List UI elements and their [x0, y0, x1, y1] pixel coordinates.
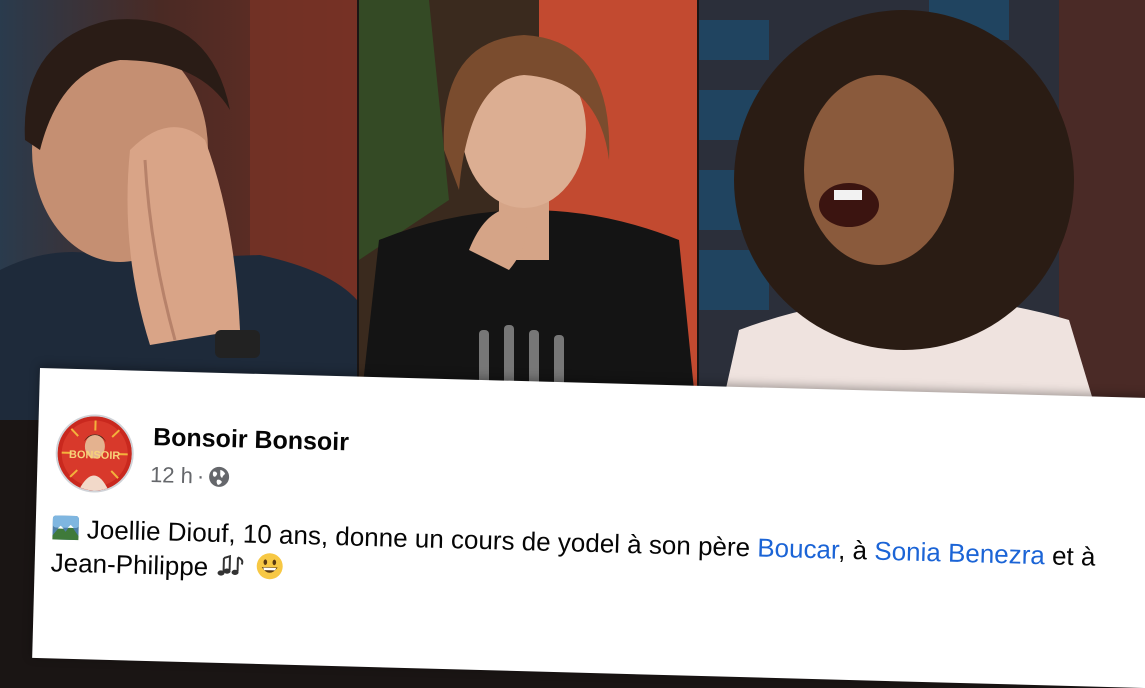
page-avatar[interactable]: BONSOIR — [55, 413, 135, 493]
meta-separator: · — [197, 463, 205, 489]
globe-icon[interactable] — [208, 466, 231, 489]
post-author-name[interactable]: Bonsoir Bonsoir — [153, 423, 350, 457]
grinning-face-icon — [254, 551, 285, 582]
mention-boucar[interactable]: Boucar — [757, 532, 839, 564]
photo-woman-surprised — [359, 0, 697, 420]
musical-notes-icon — [215, 552, 248, 581]
mention-sonia-benezra[interactable]: Sonia Benezra — [874, 536, 1045, 571]
facebook-post-card: BONSOIR Bonsoir Bonsoir 12 h · Joellie D… — [32, 368, 1145, 688]
background-photo-collage — [0, 0, 1145, 420]
post-meta: 12 h · — [150, 462, 231, 490]
photo-man-covering-face — [0, 0, 357, 420]
post-timestamp[interactable]: 12 h — [150, 462, 194, 489]
landscape-photo-icon — [51, 513, 80, 542]
avatar-logo-text: BONSOIR — [69, 449, 121, 462]
photo-girl-singing — [699, 0, 1145, 420]
post-text: Joellie Diouf, 10 ans, donne un cours de… — [50, 511, 1111, 608]
post-text-segment-2: , à — [838, 535, 875, 566]
